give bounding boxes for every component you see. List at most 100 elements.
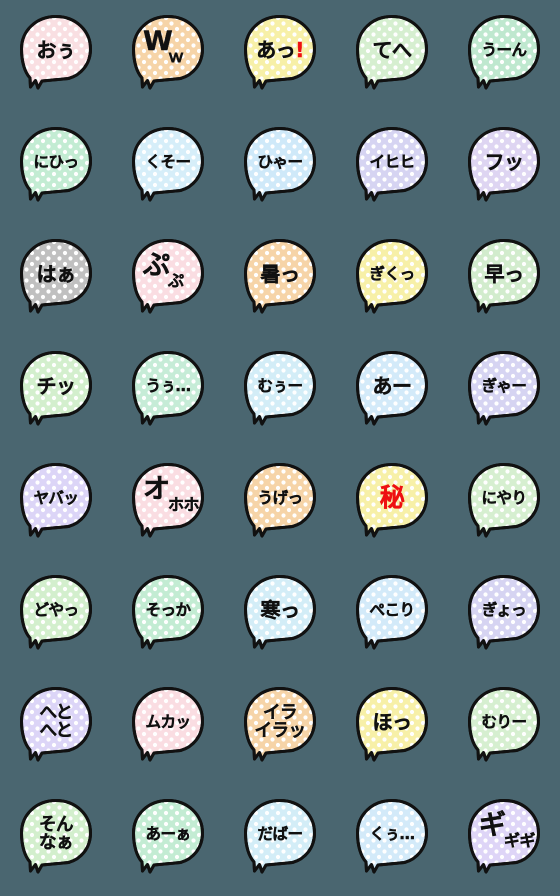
speech-bubble-sticker[interactable]: ぎくっ	[354, 239, 430, 321]
speech-bubble-sticker[interactable]: オホホ	[130, 463, 206, 545]
speech-bubble-shape	[356, 239, 428, 314]
speech-bubble-sticker[interactable]: 暑っ	[242, 239, 318, 321]
speech-bubble-sticker[interactable]: イラ イラッ	[242, 687, 318, 769]
emoji-cell[interactable]: 寒っ	[224, 560, 336, 672]
speech-bubble-sticker[interactable]: にひっ	[18, 127, 94, 209]
speech-bubble-shape	[244, 127, 316, 202]
emoji-cell[interactable]: どやっ	[0, 560, 112, 672]
speech-bubble-sticker[interactable]: ぷぷ	[130, 239, 206, 321]
emoji-cell[interactable]: だばー	[224, 784, 336, 896]
speech-bubble-sticker[interactable]: あっ!	[242, 15, 318, 97]
speech-bubble-sticker[interactable]: フッ	[466, 127, 542, 209]
emoji-cell[interactable]: はぁ	[0, 224, 112, 336]
emoji-cell[interactable]: そん なぁ	[0, 784, 112, 896]
emoji-cell[interactable]: むりー	[448, 672, 560, 784]
emoji-cell[interactable]: むぅー	[224, 336, 336, 448]
speech-bubble-sticker[interactable]: あーぁ	[130, 799, 206, 881]
speech-bubble-sticker[interactable]: ぺこり	[354, 575, 430, 657]
speech-bubble-sticker[interactable]: Wｗ	[130, 15, 206, 97]
speech-bubble-shape	[244, 575, 316, 650]
emoji-cell[interactable]: イラ イラッ	[224, 672, 336, 784]
speech-bubble-shape	[244, 351, 316, 426]
speech-bubble-shape	[244, 687, 316, 762]
emoji-cell[interactable]: そっか	[112, 560, 224, 672]
speech-bubble-sticker[interactable]: ヤバッ	[18, 463, 94, 545]
emoji-cell[interactable]: フッ	[448, 112, 560, 224]
speech-bubble-sticker[interactable]: うぅ…	[130, 351, 206, 433]
emoji-cell[interactable]: あー	[336, 336, 448, 448]
speech-bubble-shape	[468, 15, 540, 90]
speech-bubble-sticker[interactable]: イヒヒ	[354, 127, 430, 209]
emoji-cell[interactable]: あーぁ	[112, 784, 224, 896]
speech-bubble-shape	[356, 351, 428, 426]
speech-bubble-shape	[468, 351, 540, 426]
speech-bubble-sticker[interactable]: どやっ	[18, 575, 94, 657]
speech-bubble-sticker[interactable]: うーん	[466, 15, 542, 97]
emoji-cell[interactable]: ひゃー	[224, 112, 336, 224]
speech-bubble-shape	[356, 463, 428, 538]
speech-bubble-shape	[20, 799, 92, 874]
emoji-cell[interactable]: 早っ	[448, 224, 560, 336]
emoji-cell[interactable]: へと へと	[0, 672, 112, 784]
speech-bubble-shape	[356, 687, 428, 762]
emoji-cell[interactable]: おぅ	[0, 0, 112, 112]
speech-bubble-sticker[interactable]: チッ	[18, 351, 94, 433]
emoji-cell[interactable]: ぎくっ	[336, 224, 448, 336]
speech-bubble-sticker[interactable]: ひゃー	[242, 127, 318, 209]
speech-bubble-sticker[interactable]: ギギギ	[466, 799, 542, 881]
emoji-cell[interactable]: にやり	[448, 448, 560, 560]
speech-bubble-sticker[interactable]: ムカッ	[130, 687, 206, 769]
speech-bubble-sticker[interactable]: へと へと	[18, 687, 94, 769]
emoji-cell[interactable]: ぺこり	[336, 560, 448, 672]
speech-bubble-sticker[interactable]: ほっ	[354, 687, 430, 769]
speech-bubble-shape	[132, 15, 204, 90]
emoji-cell[interactable]: ムカッ	[112, 672, 224, 784]
speech-bubble-sticker[interactable]: はぁ	[18, 239, 94, 321]
speech-bubble-sticker[interactable]: てへ	[354, 15, 430, 97]
speech-bubble-sticker[interactable]: だばー	[242, 799, 318, 881]
emoji-cell[interactable]: チッ	[0, 336, 112, 448]
emoji-cell[interactable]: うーん	[448, 0, 560, 112]
speech-bubble-sticker[interactable]: ぎょっ	[466, 575, 542, 657]
emoji-cell[interactable]: てへ	[336, 0, 448, 112]
emoji-cell[interactable]: 暑っ	[224, 224, 336, 336]
speech-bubble-sticker[interactable]: ぎゃー	[466, 351, 542, 433]
emoji-cell[interactable]: イヒヒ	[336, 112, 448, 224]
emoji-cell[interactable]: ぎゃー	[448, 336, 560, 448]
emoji-cell[interactable]: ぎょっ	[448, 560, 560, 672]
emoji-cell[interactable]: うげっ	[224, 448, 336, 560]
speech-bubble-sticker[interactable]: くそー	[130, 127, 206, 209]
speech-bubble-sticker[interactable]: うげっ	[242, 463, 318, 545]
emoji-cell[interactable]: あっ!	[224, 0, 336, 112]
speech-bubble-shape	[244, 799, 316, 874]
speech-bubble-sticker[interactable]: そっか	[130, 575, 206, 657]
speech-bubble-shape	[244, 15, 316, 90]
emoji-cell[interactable]: Wｗ	[112, 0, 224, 112]
speech-bubble-sticker[interactable]: にやり	[466, 463, 542, 545]
emoji-cell[interactable]: ギギギ	[448, 784, 560, 896]
emoji-cell[interactable]: オホホ	[112, 448, 224, 560]
emoji-cell[interactable]: にひっ	[0, 112, 112, 224]
speech-bubble-sticker[interactable]: 寒っ	[242, 575, 318, 657]
emoji-cell[interactable]: くぅ…	[336, 784, 448, 896]
emoji-cell[interactable]: くそー	[112, 112, 224, 224]
speech-bubble-sticker[interactable]: そん なぁ	[18, 799, 94, 881]
speech-bubble-shape	[244, 463, 316, 538]
speech-bubble-sticker[interactable]: おぅ	[18, 15, 94, 97]
speech-bubble-shape	[132, 799, 204, 874]
speech-bubble-sticker[interactable]: 秘	[354, 463, 430, 545]
emoji-cell[interactable]: ぷぷ	[112, 224, 224, 336]
speech-bubble-sticker[interactable]: むりー	[466, 687, 542, 769]
speech-bubble-sticker[interactable]: むぅー	[242, 351, 318, 433]
emoji-cell[interactable]: ヤバッ	[0, 448, 112, 560]
speech-bubble-shape	[468, 463, 540, 538]
speech-bubble-sticker[interactable]: くぅ…	[354, 799, 430, 881]
emoji-cell[interactable]: うぅ…	[112, 336, 224, 448]
speech-bubble-shape	[468, 239, 540, 314]
emoji-cell[interactable]: 秘	[336, 448, 448, 560]
speech-bubble-sticker[interactable]: あー	[354, 351, 430, 433]
emoji-cell[interactable]: ほっ	[336, 672, 448, 784]
speech-bubble-shape	[244, 239, 316, 314]
speech-bubble-sticker[interactable]: 早っ	[466, 239, 542, 321]
speech-bubble-shape	[20, 463, 92, 538]
